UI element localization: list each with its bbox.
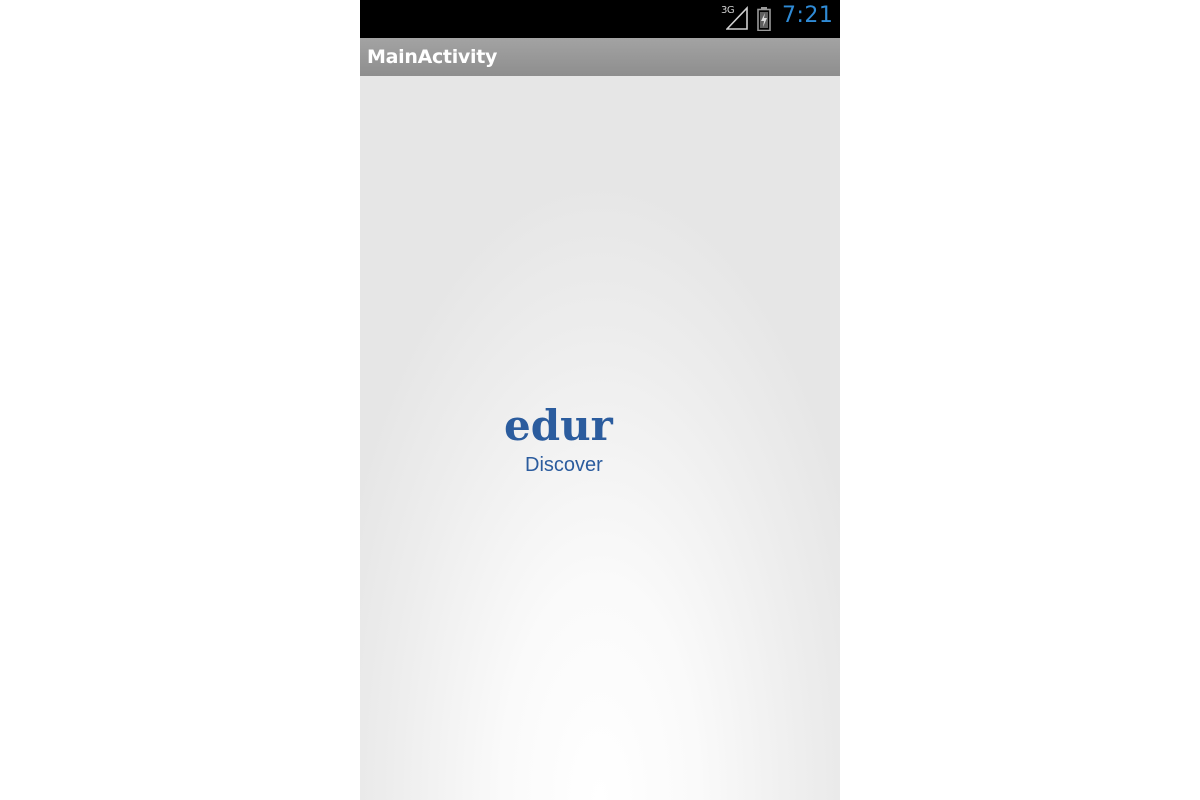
logo-tagline: Discover xyxy=(525,454,603,476)
activity-title: MainActivity xyxy=(367,46,498,68)
action-bar: MainActivity xyxy=(360,38,840,76)
status-bar: 3G 7:21 xyxy=(360,0,840,38)
edur-logo: edur Discover xyxy=(504,402,634,482)
status-clock: 7:21 xyxy=(782,3,834,28)
battery-icon xyxy=(757,7,771,31)
splash-content: edur Discover xyxy=(360,76,840,800)
signal-icon xyxy=(726,6,748,30)
logo-wordmark: edur xyxy=(504,401,613,450)
phone-screen: 3G 7:21 MainActivity edur Discover xyxy=(360,0,840,800)
